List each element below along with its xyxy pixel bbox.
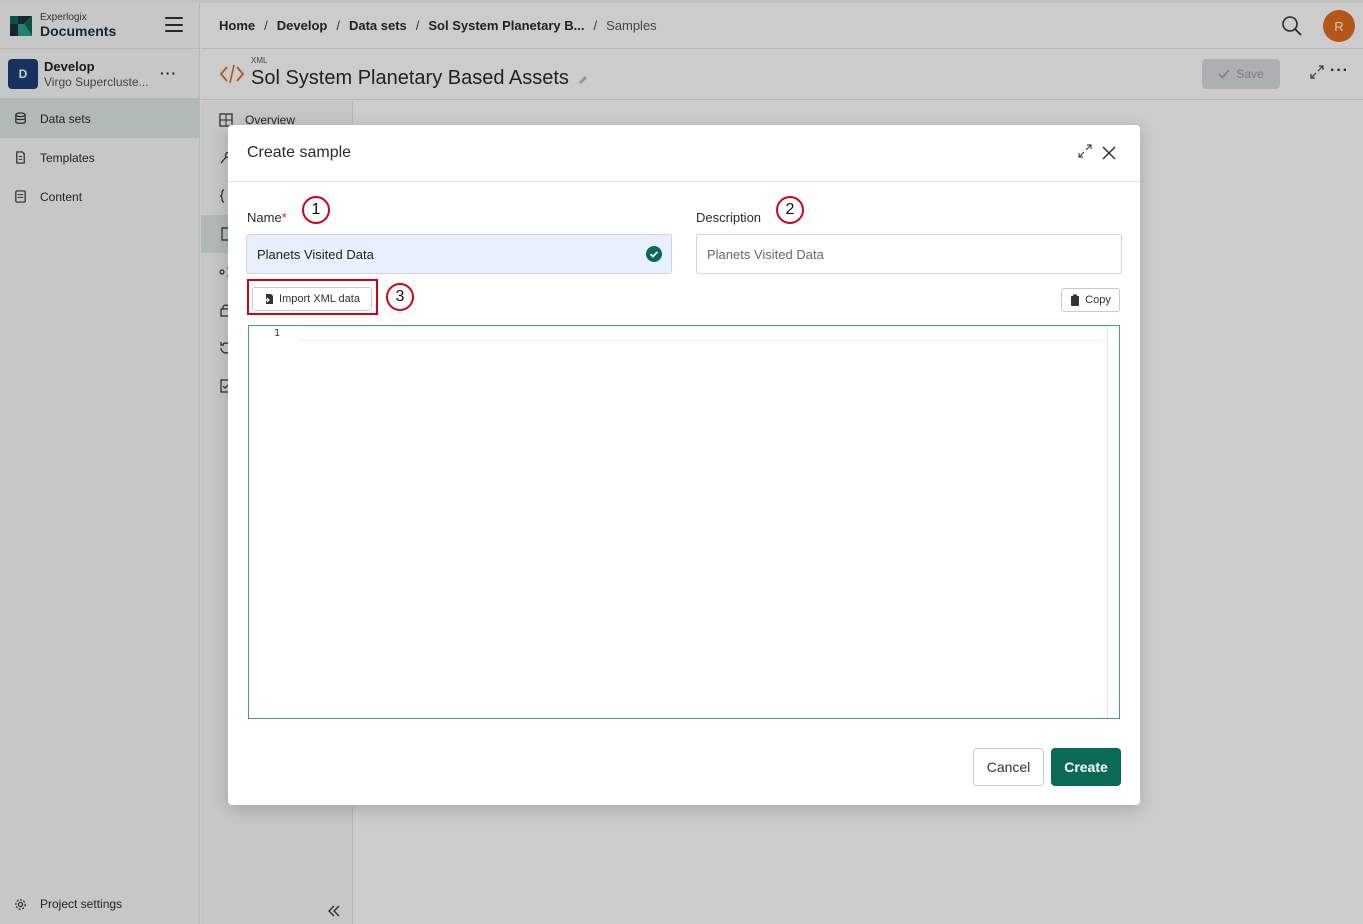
description-field[interactable] — [696, 234, 1122, 274]
valid-check-icon — [646, 246, 662, 262]
close-icon[interactable] — [1102, 146, 1116, 160]
cancel-button[interactable]: Cancel — [973, 748, 1044, 786]
copy-label: Copy — [1085, 294, 1111, 306]
editor-current-line[interactable] — [300, 326, 1107, 341]
editor-gutter: 1 — [249, 326, 300, 718]
line-number: 1 — [273, 328, 280, 339]
create-button[interactable]: Create — [1051, 748, 1121, 786]
copy-button[interactable]: Copy — [1061, 288, 1120, 312]
required-mark: * — [281, 210, 287, 225]
name-label: Name* — [247, 210, 287, 225]
import-label: Import XML data — [279, 293, 360, 305]
annotation-marker-2: 2 — [776, 196, 804, 224]
import-xml-button[interactable]: Import XML data — [252, 287, 372, 311]
expand-icon[interactable] — [1078, 144, 1092, 158]
dialog-title: Create sample — [247, 144, 352, 161]
clipboard-icon — [1071, 294, 1080, 306]
xml-code-editor[interactable]: 1 — [248, 325, 1120, 719]
name-label-text: Name — [247, 210, 282, 225]
annotation-marker-3: 3 — [386, 283, 414, 311]
create-sample-dialog: Create sample Name* 1 Description 2 Plan… — [228, 125, 1140, 805]
annotation-marker-1: 1 — [302, 196, 330, 224]
editor-scrollbar[interactable] — [1107, 326, 1119, 718]
name-field[interactable]: Planets Visited Data — [246, 234, 672, 274]
import-file-icon — [264, 294, 274, 304]
dialog-header: Create sample — [228, 125, 1140, 182]
description-label: Description — [696, 210, 762, 225]
